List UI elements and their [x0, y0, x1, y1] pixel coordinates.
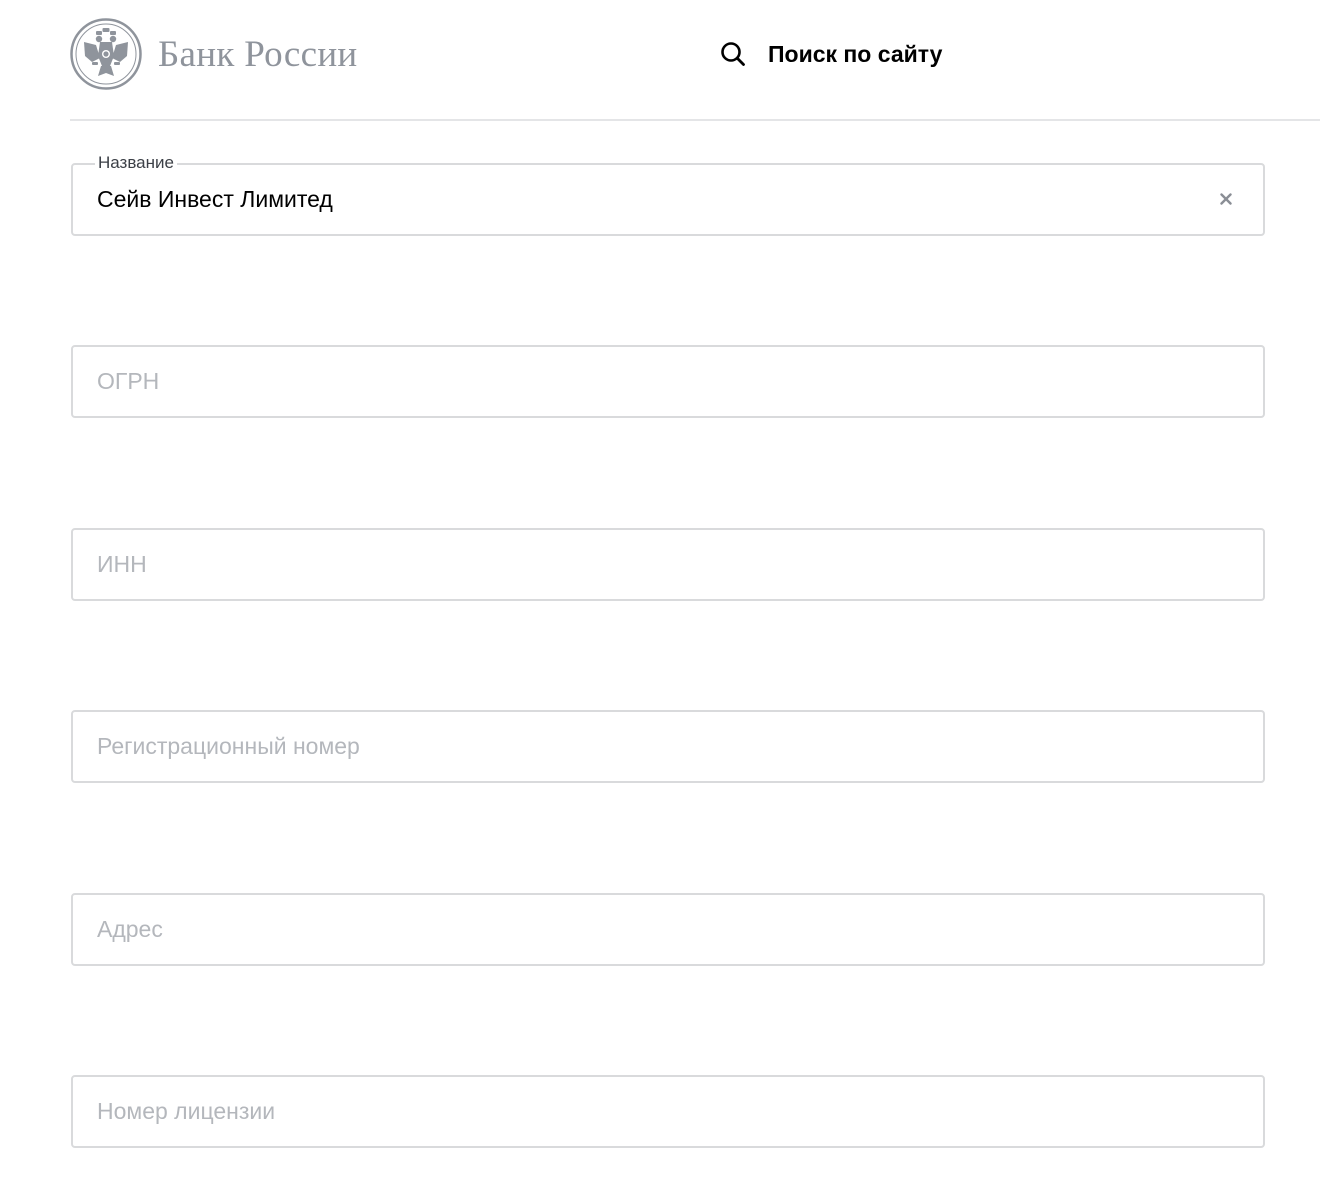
name-field: Название	[71, 153, 1265, 236]
close-icon	[1220, 193, 1232, 205]
ogrn-input[interactable]	[97, 347, 1193, 416]
license-number-field	[71, 1075, 1265, 1148]
address-field	[71, 893, 1265, 966]
search-icon	[721, 42, 745, 66]
name-input[interactable]	[97, 165, 1193, 234]
search-label: Поиск по сайту	[768, 41, 943, 67]
address-input[interactable]	[97, 895, 1193, 964]
inn-input[interactable]	[97, 530, 1193, 599]
site-search-link[interactable]: Поиск по сайту	[720, 38, 942, 70]
clear-name-button[interactable]	[1215, 188, 1237, 210]
registration-number-field	[71, 710, 1265, 783]
header-divider	[70, 119, 1320, 121]
registration-number-input[interactable]	[97, 712, 1193, 781]
eagle-emblem-icon	[70, 18, 142, 90]
inn-field	[71, 528, 1265, 601]
logo-link[interactable]: Банк России	[70, 18, 358, 90]
site-header: Банк России Поиск по сайту	[0, 0, 1320, 120]
ogrn-field	[71, 345, 1265, 418]
license-number-input[interactable]	[97, 1077, 1193, 1146]
logo-text: Банк России	[158, 33, 358, 75]
